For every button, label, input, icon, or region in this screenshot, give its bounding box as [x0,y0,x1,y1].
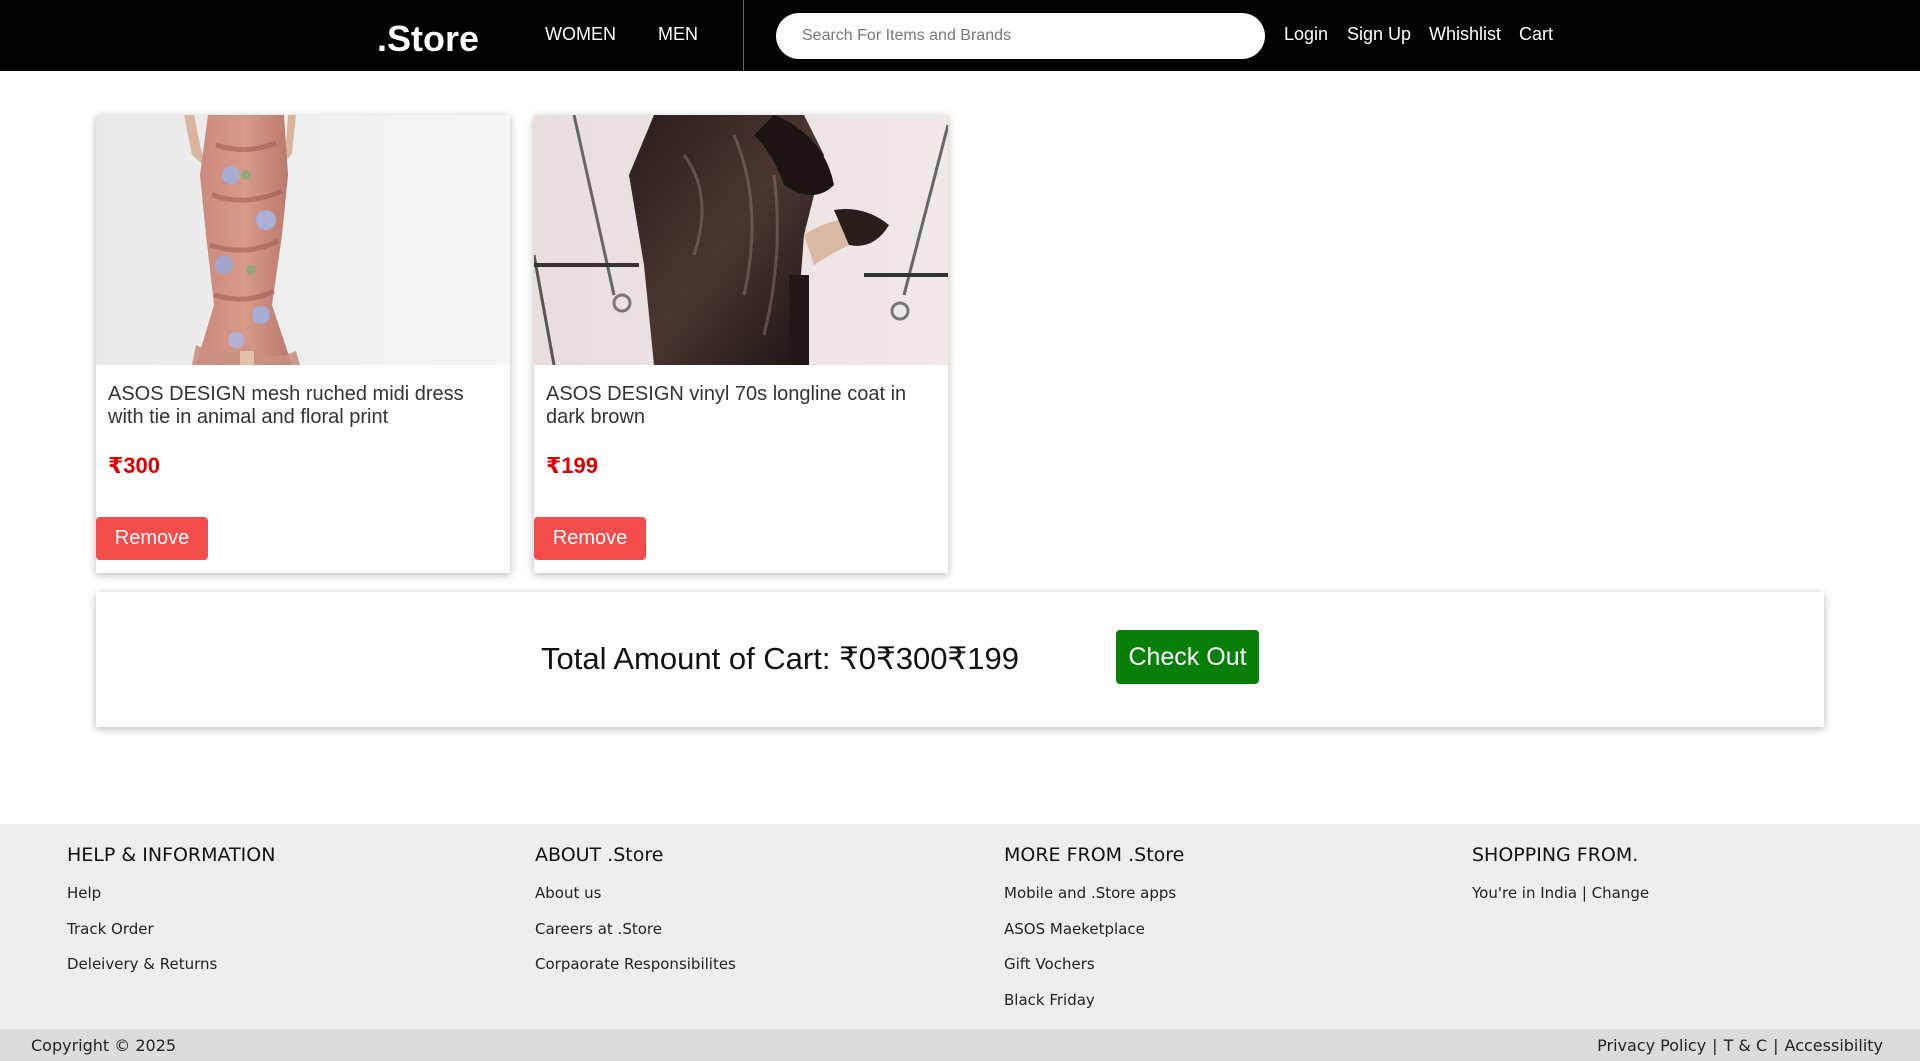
wishlist-link[interactable]: Whishlist [1429,24,1501,45]
cart-item-card: ASOS DESIGN mesh ruched midi dress with … [96,115,510,573]
footer-heading: MORE FROM .Store [1004,844,1185,866]
footer-link-track-order[interactable]: Track Order [67,920,275,956]
footer-link-marketplace[interactable]: ASOS Maeketplace [1004,920,1184,956]
footer-link-change-country[interactable]: You're in India | Change [1472,884,1649,920]
legal-separator: | [1712,1036,1718,1055]
footer-link-black-friday[interactable]: Black Friday [1004,991,1184,1027]
nav-women-link[interactable]: WOMEN [545,24,616,45]
login-link[interactable]: Login [1284,24,1328,45]
product-image-dress[interactable] [96,115,510,365]
footer-link-careers[interactable]: Careers at .Store [535,920,736,956]
cart-total-text: Total Amount of Cart: ₹0₹300₹199 [541,641,1019,676]
product-image-coat[interactable] [534,115,948,365]
accessibility-link[interactable]: Accessibility [1785,1036,1883,1055]
nav-men-link[interactable]: MEN [658,24,698,45]
footer-column-more: MORE FROM .Store Mobile and .Store apps … [1004,844,1184,1026]
remove-button[interactable]: Remove [534,517,646,560]
product-price: ₹199 [546,453,599,478]
search-input[interactable] [776,13,1265,59]
cart-item-card: ASOS DESIGN vinyl 70s longline coat in d… [534,115,948,573]
footer-link-gift-vouchers[interactable]: Gift Vochers [1004,955,1184,991]
product-title[interactable]: ASOS DESIGN vinyl 70s longline coat in d… [546,383,936,429]
footer-link-delivery-returns[interactable]: Deleivery & Returns [67,955,275,991]
legal-links: Privacy Policy | T & C | Accessibility [1597,1036,1883,1055]
legal-separator: | [1773,1036,1779,1055]
footer-link-corporate-responsibilities[interactable]: Corpaorate Responsibilites [535,955,736,991]
cart-link[interactable]: Cart [1519,24,1553,45]
product-price: ₹300 [108,453,161,478]
terms-link[interactable]: T & C [1724,1036,1768,1055]
checkout-button[interactable]: Check Out [1116,630,1259,684]
remove-button[interactable]: Remove [96,517,208,560]
product-title[interactable]: ASOS DESIGN mesh ruched midi dress with … [108,383,498,429]
footer-column-shopping-from: SHOPPING FROM. You're in India | Change [1472,844,1649,920]
footer-heading: ABOUT .Store [535,844,664,866]
privacy-policy-link[interactable]: Privacy Policy [1597,1036,1706,1055]
footer-bottom-bar: Copyright © 2025 Privacy Policy | T & C | Ac… [0,1029,1920,1061]
footer-link-about-us[interactable]: About us [535,884,736,920]
signup-link[interactable]: Sign Up [1347,24,1411,45]
footer-link-help[interactable]: Help [67,884,275,920]
header-divider [743,0,744,71]
copyright-text: Copyright © 2025 [31,1036,177,1055]
store-logo[interactable]: .Store [377,18,479,60]
footer-column-help: HELP & INFORMATION Help Track Order Dele… [67,844,275,991]
site-header: .Store WOMEN MEN Login Sign Up Whishlist… [0,0,1920,71]
footer-link-apps[interactable]: Mobile and .Store apps [1004,884,1184,920]
cart-total-panel: Total Amount of Cart: ₹0₹300₹199 Check O… [96,592,1824,727]
footer-heading: SHOPPING FROM. [1472,844,1639,866]
footer-heading: HELP & INFORMATION [67,844,276,866]
site-footer: HELP & INFORMATION Help Track Order Dele… [0,824,1920,1029]
footer-column-about: ABOUT .Store About us Careers at .Store … [535,844,736,991]
